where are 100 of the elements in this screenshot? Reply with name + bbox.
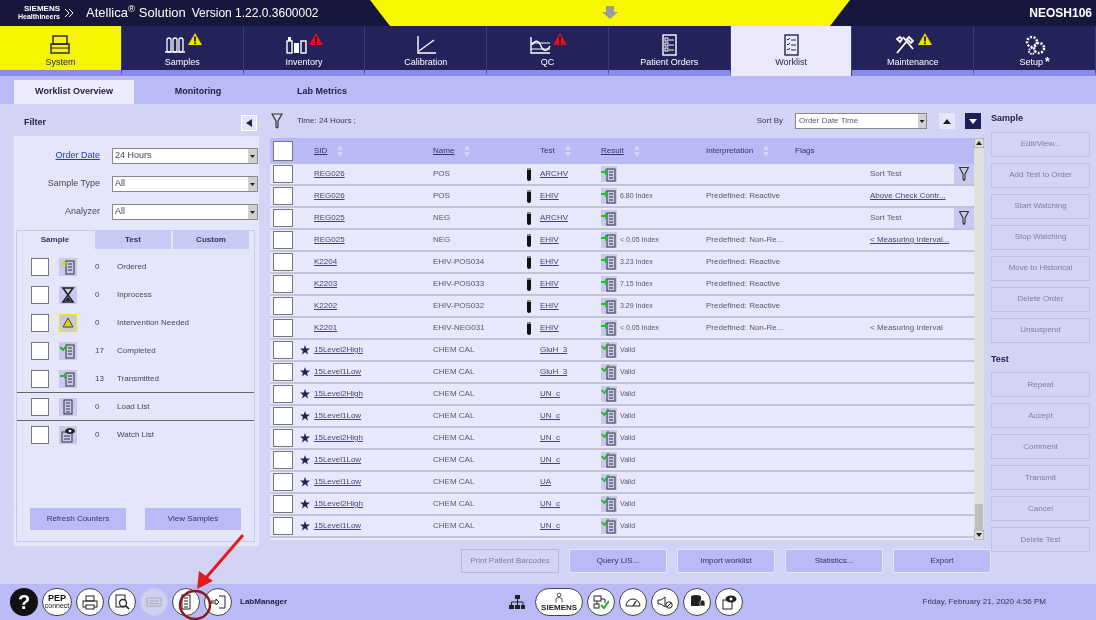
row-checkbox[interactable] bbox=[273, 231, 293, 249]
sample-id-link[interactable]: REG026 bbox=[314, 190, 345, 202]
sample-id-link[interactable]: 15Level1Low bbox=[314, 476, 362, 488]
test-link[interactable]: UN_c bbox=[540, 520, 560, 532]
test-link[interactable]: GluH_3 bbox=[540, 366, 568, 378]
column-header[interactable]: Test bbox=[540, 145, 571, 157]
field-link[interactable]: Order Date bbox=[14, 149, 100, 163]
test-link[interactable]: EHIV bbox=[540, 300, 559, 312]
test-link[interactable]: EHIV bbox=[540, 322, 559, 334]
mute-button[interactable] bbox=[651, 588, 680, 616]
column-header[interactable]: SID bbox=[314, 145, 344, 157]
row-checkbox[interactable] bbox=[273, 451, 293, 469]
test-link[interactable]: EHIV bbox=[540, 256, 559, 268]
checkbox[interactable] bbox=[31, 426, 49, 444]
test-filter-button[interactable] bbox=[954, 164, 975, 184]
sample-id-link[interactable]: 15Level2High bbox=[314, 388, 363, 400]
phone-button[interactable]: SIEMENS bbox=[535, 588, 584, 616]
gauge-button[interactable] bbox=[619, 588, 648, 616]
filter-icon[interactable] bbox=[271, 113, 283, 129]
panel-button[interactable]: Refresh Counters bbox=[29, 507, 127, 531]
sample-id-link[interactable]: 15Level1Low bbox=[314, 410, 362, 422]
sample-id-link[interactable]: K2204 bbox=[314, 256, 338, 268]
help-button[interactable]: ? bbox=[10, 588, 38, 616]
column-header[interactable]: Name bbox=[433, 145, 471, 157]
test-link[interactable]: ARCHV bbox=[540, 168, 568, 180]
row-checkbox[interactable] bbox=[273, 495, 293, 513]
row-checkbox[interactable] bbox=[273, 429, 293, 447]
sample-id-link[interactable]: 15Level2High bbox=[314, 498, 363, 510]
test-link[interactable]: EHIV bbox=[540, 278, 559, 290]
sample-id-link[interactable]: 15Level1Low bbox=[314, 454, 362, 466]
row-checkbox[interactable] bbox=[273, 363, 293, 381]
checkbox[interactable] bbox=[31, 397, 49, 416]
test-link[interactable]: GluH_3 bbox=[540, 344, 568, 356]
printer-button[interactable] bbox=[76, 588, 104, 616]
test-filter-button[interactable] bbox=[954, 208, 975, 228]
row-checkbox[interactable] bbox=[273, 385, 293, 403]
test-link[interactable]: UN_c bbox=[540, 410, 560, 422]
flag-link[interactable]: Above Check Contr... bbox=[870, 190, 946, 202]
flag-link[interactable]: < Measuring Interval... bbox=[870, 234, 950, 246]
panel-button[interactable]: View Samples bbox=[144, 507, 242, 531]
scrollbar[interactable] bbox=[974, 138, 985, 540]
row-checkbox[interactable] bbox=[273, 407, 293, 425]
checkbox[interactable] bbox=[31, 342, 49, 360]
column-header[interactable]: Interpretation bbox=[706, 145, 770, 157]
action-button[interactable]: Query LIS... bbox=[569, 549, 667, 573]
row-checkbox[interactable] bbox=[273, 297, 293, 315]
sample-id-link[interactable]: 15Level2High bbox=[314, 344, 363, 356]
collapse-button[interactable] bbox=[241, 115, 257, 131]
search-button[interactable] bbox=[108, 588, 136, 616]
checkbox[interactable] bbox=[31, 258, 49, 276]
action-button[interactable]: Import worklist bbox=[677, 549, 775, 573]
column-header[interactable]: Result bbox=[601, 145, 640, 157]
row-checkbox[interactable] bbox=[273, 187, 293, 205]
row-checkbox[interactable] bbox=[273, 473, 293, 491]
dropdown[interactable]: 24 Hours bbox=[112, 148, 258, 164]
row-checkbox[interactable] bbox=[273, 319, 293, 337]
sample-id-link[interactable]: K2202 bbox=[314, 300, 338, 312]
sample-id-link[interactable]: 15Level1Low bbox=[314, 520, 362, 532]
action-button[interactable]: Export bbox=[893, 549, 991, 573]
action-button[interactable]: Statistics... bbox=[785, 549, 883, 573]
row-checkbox[interactable] bbox=[273, 165, 293, 183]
dropdown[interactable]: All bbox=[112, 176, 258, 192]
netcheck-button[interactable] bbox=[587, 588, 616, 616]
watch-button[interactable] bbox=[715, 588, 744, 616]
exit-button[interactable] bbox=[204, 588, 232, 616]
row-checkbox[interactable] bbox=[273, 517, 293, 535]
checkbox[interactable] bbox=[31, 286, 49, 304]
select-all-checkbox[interactable] bbox=[273, 141, 293, 161]
filter-tab[interactable]: Test bbox=[95, 231, 171, 249]
database-button[interactable] bbox=[683, 588, 712, 616]
filter-tab[interactable]: Custom bbox=[173, 231, 249, 249]
nav-tab[interactable]: Worklist bbox=[730, 26, 853, 76]
row-checkbox[interactable] bbox=[273, 209, 293, 227]
dropdown[interactable]: All bbox=[112, 204, 258, 220]
scroll-thumb[interactable] bbox=[975, 504, 984, 530]
network-icon[interactable] bbox=[509, 594, 526, 610]
checkbox[interactable] bbox=[31, 369, 49, 388]
sample-id-link[interactable]: 15Level2High bbox=[314, 432, 363, 444]
sort-descending-button[interactable] bbox=[965, 113, 981, 129]
row-checkbox[interactable] bbox=[273, 275, 293, 293]
test-link[interactable]: UA bbox=[540, 476, 552, 488]
subtab[interactable]: Worklist Overview bbox=[14, 80, 134, 104]
sample-id-link[interactable]: REG025 bbox=[314, 234, 345, 246]
sample-id-link[interactable]: 15Level1Low bbox=[314, 366, 362, 378]
test-link[interactable]: ARCHV bbox=[540, 212, 568, 224]
test-link[interactable]: UN_c bbox=[540, 498, 560, 510]
sort-ascending-button[interactable] bbox=[939, 113, 955, 129]
sample-id-link[interactable]: K2201 bbox=[314, 322, 338, 334]
test-link[interactable]: UN_c bbox=[540, 388, 560, 400]
test-link[interactable]: EHIV bbox=[540, 234, 559, 246]
sample-id-link[interactable]: K2203 bbox=[314, 278, 338, 290]
test-link[interactable]: UN_c bbox=[540, 454, 560, 466]
sample-id-link[interactable]: REG026 bbox=[314, 168, 345, 180]
subtab[interactable]: Lab Metrics bbox=[262, 80, 382, 104]
sort-dropdown[interactable]: Order Date Time bbox=[795, 113, 927, 129]
test-link[interactable]: EHIV bbox=[540, 190, 559, 202]
row-checkbox[interactable] bbox=[273, 341, 293, 359]
row-checkbox[interactable] bbox=[273, 253, 293, 271]
subtab[interactable]: Monitoring bbox=[138, 80, 258, 104]
column-header[interactable]: Flags bbox=[795, 145, 815, 157]
